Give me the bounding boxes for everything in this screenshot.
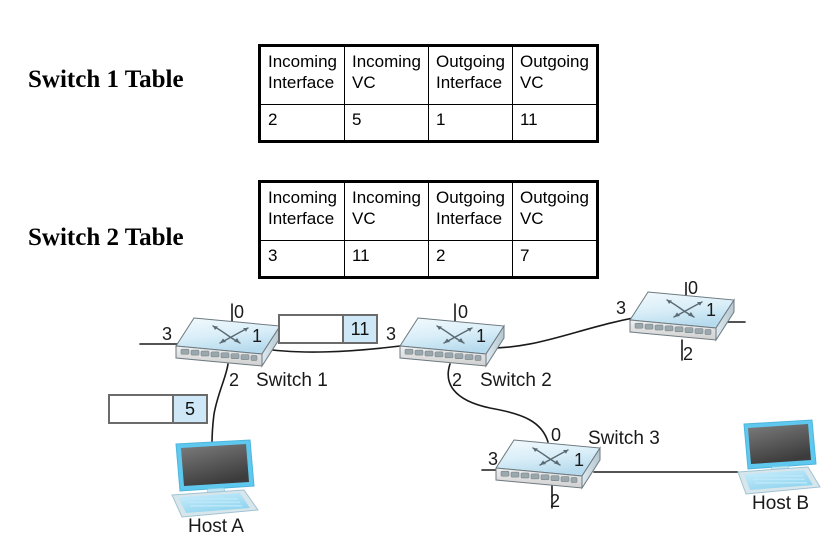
network-diagram: Switch 1 Switch 2 Switch 3 Host A Host B…: [0, 278, 824, 537]
switch-1-port-2-label: 2: [229, 370, 240, 390]
header-line-1: Outgoing: [519, 188, 589, 207]
switch-3-port-1-label: 1: [574, 450, 585, 470]
header-outgoing-interface: Outgoing Interface: [427, 45, 513, 105]
header-line-2: VC: [519, 72, 544, 92]
packet-vc-5: 5: [108, 394, 208, 424]
header-incoming-vc: Incoming VC: [343, 181, 429, 241]
packet-vc-label: 11: [342, 316, 376, 342]
header-line-2: VC: [519, 208, 544, 228]
host-b-label: Host B: [752, 493, 810, 514]
switch-2-table: Incoming Interface Incoming VC Outgoing …: [258, 180, 599, 279]
host-a-icon: [171, 439, 259, 518]
switch-1-port-0-label: 0: [234, 302, 245, 322]
switch-3-port-2-label: 2: [550, 491, 561, 511]
switch-3-icon: [495, 439, 601, 489]
table-header-row: Incoming Interface Incoming VC Outgoing …: [259, 181, 598, 241]
cell-outgoing-interface: 1: [427, 104, 513, 142]
switch-4-port-2-label: 2: [683, 344, 694, 364]
header-line-2: VC: [351, 208, 376, 228]
switch-3-port-0-label: 0: [551, 425, 562, 445]
header-line-1: Incoming: [268, 188, 337, 207]
packet-payload: [280, 316, 342, 342]
header-line-1: Outgoing: [435, 52, 505, 71]
header-line-2: Interface: [268, 208, 335, 228]
switch-1-table: Incoming Interface Incoming VC Outgoing …: [258, 44, 599, 143]
header-line-1: Incoming: [351, 52, 421, 71]
header-line-2: VC: [351, 72, 376, 92]
header-line-1: Incoming: [268, 52, 337, 71]
cell-incoming-vc: 5: [343, 104, 429, 142]
header-outgoing-interface: Outgoing Interface: [427, 181, 513, 241]
switch-2-port-2-label: 2: [452, 370, 463, 390]
cell-incoming-interface: 3: [259, 240, 345, 278]
packet-vc-11: 11: [278, 314, 378, 344]
link-switch2-to-switch4: [481, 314, 651, 349]
header-line-2: Interface: [435, 208, 503, 228]
header-line-1: Outgoing: [519, 52, 589, 71]
header-outgoing-vc: Outgoing VC: [511, 181, 598, 241]
packet-payload: [110, 396, 172, 422]
host-b-icon: [737, 419, 821, 495]
switch-1-table-label: Switch 1 Table: [28, 66, 184, 93]
header-incoming-vc: Incoming VC: [343, 45, 429, 105]
host-a-label: Host A: [188, 516, 244, 537]
switch-3-port-3-label: 3: [488, 449, 499, 469]
header-incoming-interface: Incoming Interface: [259, 45, 345, 105]
link-switch1-to-hostA: [211, 363, 229, 445]
header-line-2: Interface: [435, 72, 503, 92]
switch-1-port-1-label: 1: [252, 326, 263, 346]
header-incoming-interface: Incoming Interface: [259, 181, 345, 241]
cell-outgoing-vc: 11: [511, 104, 598, 142]
switch-1-label: Switch 1: [256, 370, 328, 391]
header-line-1: Incoming: [351, 188, 421, 207]
switch-2-port-0-label: 0: [458, 302, 469, 322]
cell-outgoing-vc: 7: [511, 240, 598, 278]
header-line-2: Interface: [268, 72, 335, 92]
switch-2-icon: [399, 317, 505, 367]
link-switch1-to-switch2: [257, 345, 401, 353]
table-row: 3 11 2 7: [259, 240, 598, 278]
switch-3-label: Switch 3: [588, 428, 660, 449]
header-line-1: Outgoing: [435, 188, 505, 207]
cell-incoming-vc: 11: [343, 240, 429, 278]
table-header-row: Incoming Interface Incoming VC Outgoing …: [259, 45, 598, 105]
switch-4-port-0-label: 0: [688, 278, 699, 298]
switch-2-table-label: Switch 2 Table: [28, 224, 184, 251]
table-row: 2 5 1 11: [259, 104, 598, 142]
switch-4-icon: [629, 291, 735, 341]
header-outgoing-vc: Outgoing VC: [511, 45, 598, 105]
cell-outgoing-interface: 2: [427, 240, 513, 278]
switch-1-port-3-label: 3: [162, 324, 173, 344]
cell-incoming-interface: 2: [259, 104, 345, 142]
switch-1-icon: [175, 317, 281, 367]
packet-vc-label: 5: [172, 396, 206, 422]
switch-2-port-1-label: 1: [476, 326, 487, 346]
switch-2-label: Switch 2: [480, 370, 552, 391]
switch-2-port-3-label: 3: [386, 324, 397, 344]
switch-4-port-3-label: 3: [616, 298, 627, 318]
switch-4-port-1-label: 1: [706, 300, 717, 320]
